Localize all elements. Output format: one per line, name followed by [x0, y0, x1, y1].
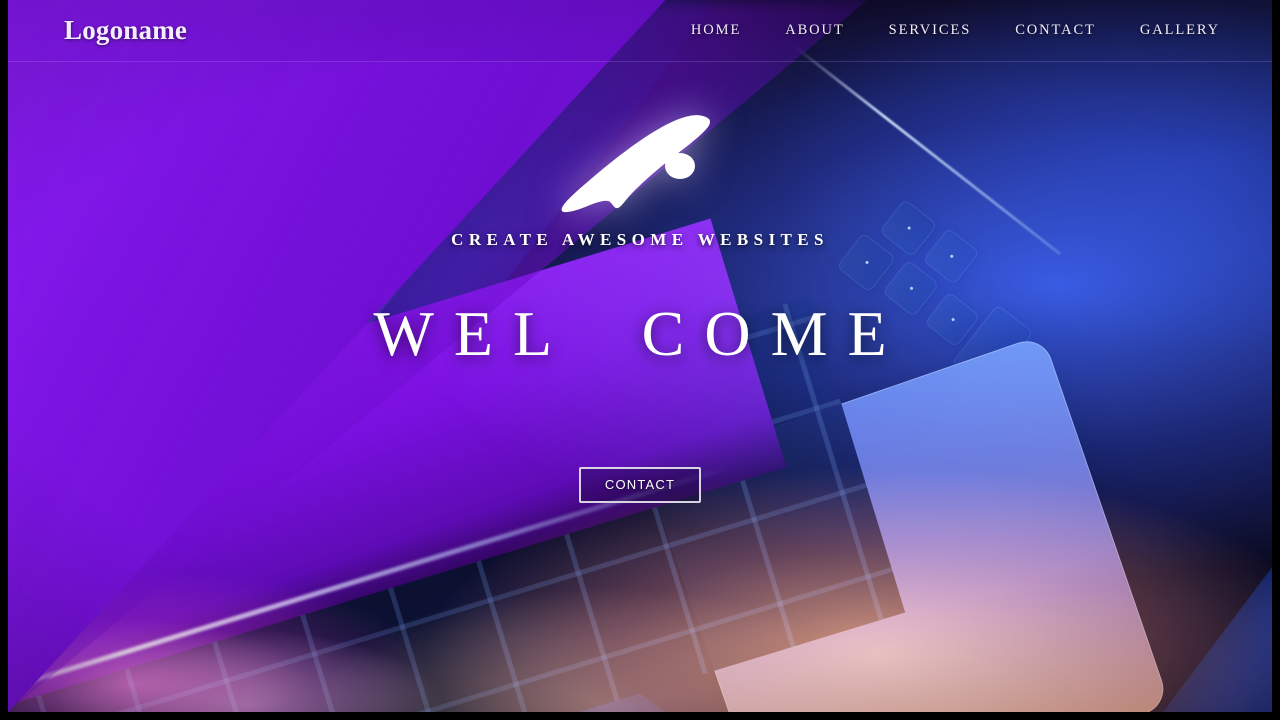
nav-link-home[interactable]: HOME: [691, 22, 741, 39]
hero-tagline: CREATE AWESOME WEBSITES: [451, 230, 829, 249]
brand-logo-text[interactable]: Logoname: [64, 17, 187, 44]
nav-link-services[interactable]: SERVICES: [889, 22, 972, 39]
video-letterbox-frame: Logoname HOME ABOUT SERVICES CONTACT GAL…: [0, 0, 1280, 720]
site-header: Logoname HOME ABOUT SERVICES CONTACT GAL…: [8, 0, 1272, 62]
feather-quill-icon: [561, 115, 711, 213]
main-navigation: HOME ABOUT SERVICES CONTACT GALLERY: [691, 22, 1220, 39]
hero-title: WEL COME: [373, 298, 907, 369]
hero-contact-button[interactable]: CONTACT: [579, 466, 701, 503]
nav-link-gallery[interactable]: GALLERY: [1140, 22, 1220, 39]
hero-stage: Logoname HOME ABOUT SERVICES CONTACT GAL…: [8, 0, 1272, 712]
nav-link-contact[interactable]: CONTACT: [1015, 22, 1096, 39]
nav-link-about[interactable]: ABOUT: [785, 22, 844, 39]
